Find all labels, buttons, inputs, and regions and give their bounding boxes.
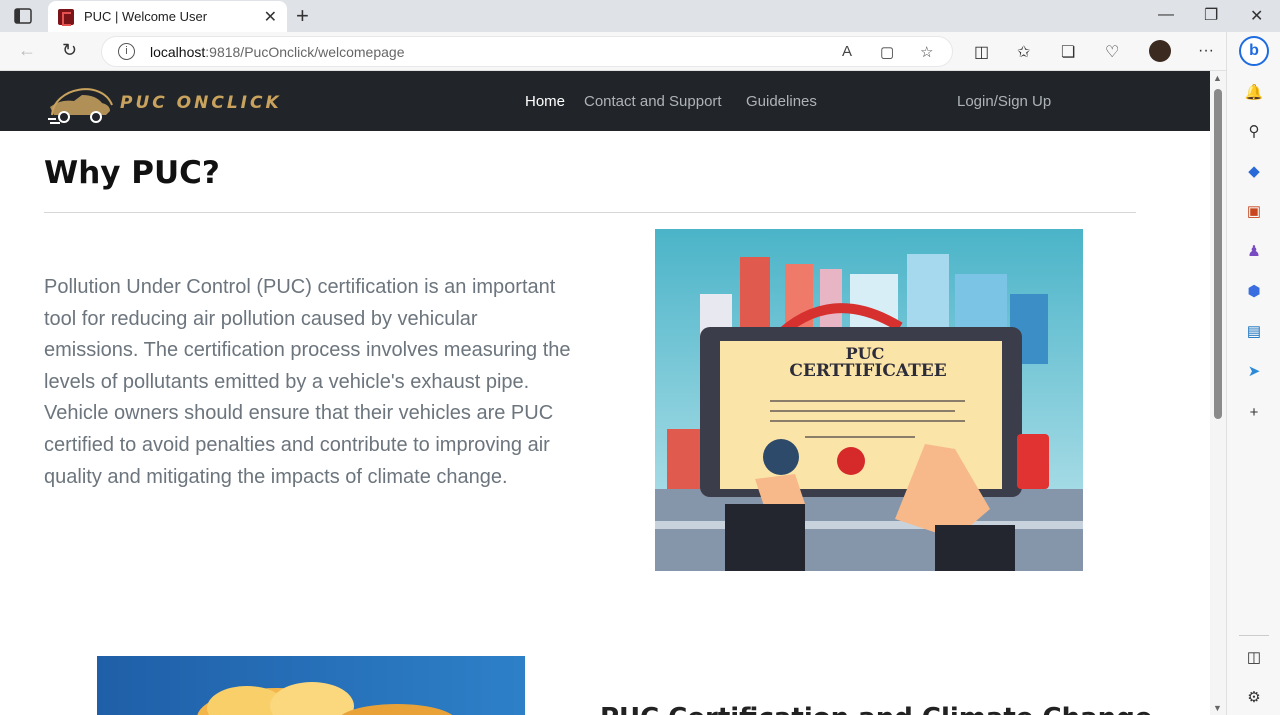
back-icon[interactable]: ← xyxy=(18,40,36,61)
tab-actions-icon[interactable] xyxy=(14,8,32,24)
site-info-icon[interactable]: i xyxy=(118,43,135,60)
profile-avatar[interactable] xyxy=(1149,40,1171,62)
url-text[interactable]: localhost:9818/PucOnclick/welcomepage xyxy=(150,44,405,60)
send-icon[interactable]: ➤ xyxy=(1244,362,1264,382)
page-scrollbar[interactable]: ▲ ▼ xyxy=(1210,71,1226,715)
favorite-star-icon[interactable]: ☆ xyxy=(920,43,933,61)
brand-name[interactable]: PUC ONCLICK xyxy=(120,93,282,113)
collections-icon[interactable]: ❏ xyxy=(1061,42,1075,62)
copilot-icon[interactable]: b xyxy=(1239,36,1269,66)
nav-contact-support[interactable]: Contact and Support xyxy=(584,93,722,110)
climate-clouds-illustration xyxy=(97,656,525,715)
page-viewport: PUC ONCLICK Home Contact and Support Gui… xyxy=(0,71,1210,715)
scrollbar-thumb[interactable] xyxy=(1214,89,1222,419)
certificate-title-text: CERTTIFICATEE xyxy=(789,361,946,381)
close-tab-icon[interactable]: ✕ xyxy=(264,7,277,27)
scroll-down-icon[interactable]: ▼ xyxy=(1213,703,1222,713)
browser-tab[interactable]: PUC | Welcome User ✕ xyxy=(48,1,287,32)
favorites-icon[interactable]: ✩ xyxy=(1017,42,1030,62)
split-screen-icon[interactable]: ◫ xyxy=(974,42,989,62)
read-aloud-icon[interactable]: A xyxy=(842,43,852,60)
nav-home[interactable]: Home xyxy=(525,93,565,110)
nav-login-signup[interactable]: Login/Sign Up xyxy=(957,93,1051,110)
games-icon[interactable]: ♟ xyxy=(1244,242,1264,262)
more-menu-icon[interactable]: ··· xyxy=(1198,42,1214,60)
scroll-up-icon[interactable]: ▲ xyxy=(1213,73,1222,83)
shopping-icon[interactable]: ◆ xyxy=(1244,162,1264,182)
refresh-icon[interactable]: ↻ xyxy=(62,40,77,61)
immersive-reader-icon[interactable]: ▢ xyxy=(880,43,894,61)
browser-toolbar: ← ↻ i localhost:9818/PucOnclick/welcomep… xyxy=(0,32,1280,71)
add-sidebar-app-icon[interactable]: + xyxy=(1244,404,1264,424)
tools-icon[interactable]: ▣ xyxy=(1244,202,1264,222)
browser-tab-bar: PUC | Welcome User ✕ + — ❐ ✕ xyxy=(0,0,1280,32)
window-close-icon[interactable]: ✕ xyxy=(1250,6,1263,26)
section-heading-climate-change: PUC Certification and Climate Change xyxy=(600,703,1152,715)
edge-sidebar: b 🔔 ⚲ ◆ ▣ ♟ ⬢ ▤ ➤ + ◫ ⚙ xyxy=(1226,32,1280,715)
minimize-icon[interactable]: — xyxy=(1158,6,1174,24)
settings-gear-icon[interactable]: ⚙ xyxy=(1244,688,1264,708)
nav-guidelines[interactable]: Guidelines xyxy=(746,93,817,110)
puc-certificate-illustration: PUC CERTTIFICATEE xyxy=(655,229,1083,571)
tab-title: PUC | Welcome User xyxy=(84,9,208,24)
site-navbar: PUC ONCLICK Home Contact and Support Gui… xyxy=(0,71,1210,131)
favicon-icon xyxy=(58,9,74,26)
outlook-icon[interactable]: ▤ xyxy=(1244,322,1264,342)
search-icon[interactable]: ⚲ xyxy=(1244,122,1264,142)
microsoft365-icon[interactable]: ⬢ xyxy=(1244,282,1264,302)
why-puc-paragraph: Pollution Under Control (PUC) certificat… xyxy=(44,276,571,488)
new-tab-icon[interactable]: + xyxy=(296,3,309,29)
notifications-icon[interactable]: 🔔 xyxy=(1244,83,1264,103)
restore-icon[interactable]: ❐ xyxy=(1204,5,1218,25)
section-divider xyxy=(44,212,1136,213)
browser-essentials-icon[interactable]: ♡ xyxy=(1105,42,1119,62)
sidebar-divider xyxy=(1239,635,1269,636)
address-bar[interactable]: i localhost:9818/PucOnclick/welcomepage … xyxy=(101,36,953,67)
hide-sidebar-icon[interactable]: ◫ xyxy=(1244,648,1264,668)
section-heading-why-puc: Why PUC? xyxy=(44,155,220,191)
car-logo-icon[interactable] xyxy=(46,75,116,127)
